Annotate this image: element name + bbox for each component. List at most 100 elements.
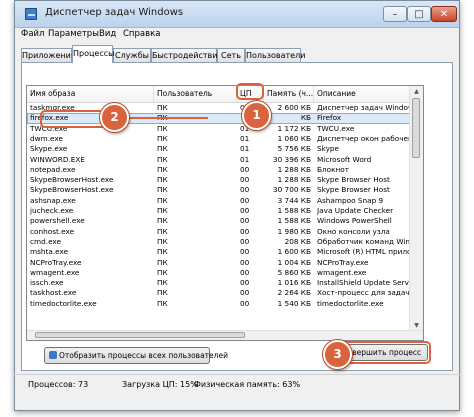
cell-description: InstallShield Update Service Sche [317, 278, 410, 288]
cell-description: Skype Browser Host [317, 175, 390, 185]
cell-memory: 30 396 КБ [272, 154, 311, 164]
status-memory: Физическая память: 63% [194, 380, 301, 389]
menu-view[interactable]: Вид [99, 29, 116, 39]
tab-applications[interactable]: Приложения [21, 48, 76, 62]
horizontal-scroll-thumb[interactable] [35, 332, 245, 338]
cell-cpu: 00 [240, 206, 250, 215]
menu-file[interactable]: Файл [21, 29, 44, 39]
cell-user: ПК [157, 185, 168, 195]
cell-user: ПК [157, 236, 168, 246]
column-user[interactable]: Пользователь [154, 86, 237, 102]
column-memory[interactable]: Память (ч... [264, 86, 314, 102]
tab-network[interactable]: Сеть [217, 48, 245, 62]
table-row[interactable]: timedoctorlite.exe ПК 00 1 540 КБ timedoctor… [27, 299, 410, 309]
table-row[interactable]: Skype.exe ПК 01 5 756 КБ Skype [27, 144, 410, 154]
cell-description: TWCU.exe [317, 123, 355, 133]
status-cpu: Загрузка ЦП: 15% [122, 380, 198, 389]
cell-memory: 1 588 КБ [277, 206, 311, 215]
cell-image-name: jucheck.exe [30, 206, 74, 215]
table-row[interactable]: jucheck.exe ПК 00 1 588 КБ Java Update Check… [27, 206, 410, 216]
cell-description: Windows PowerShell [317, 216, 392, 226]
cell-image-name: dwm.exe [30, 133, 63, 143]
cell-cpu: 00 [240, 226, 250, 236]
tab-services[interactable]: Службы [113, 48, 151, 62]
task-manager-icon [25, 8, 37, 20]
cell-memory: 3 744 КБ [277, 195, 311, 205]
status-bar: Процессов: 73 Загрузка ЦП: 15% Физическа… [14, 374, 460, 410]
table-row[interactable]: cmd.exe ПК 00 208 КБ Обработчик команд Windo… [27, 237, 410, 247]
minimize-button[interactable]: – [383, 6, 407, 22]
cell-user: ПК [157, 267, 168, 277]
cell-user: ПК [157, 298, 168, 308]
cell-cpu: 00 [240, 236, 250, 246]
cell-description: Java Update Checker [317, 206, 394, 215]
menu-options[interactable]: Параметры [48, 29, 99, 39]
status-processes: Процессов: 73 [28, 380, 89, 389]
cell-description: Диспетчер окон рабочего стола [317, 133, 410, 143]
title-bar[interactable]: Диспетчер задач Windows – □ ✕ [15, 1, 459, 28]
horizontal-scrollbar[interactable] [27, 330, 423, 340]
cell-cpu: 00 [240, 267, 250, 277]
cell-cpu: 00 [240, 288, 250, 298]
cell-image-name: Skype.exe [30, 144, 68, 154]
cell-image-name: SkypeBrowserHost.exe [30, 185, 114, 195]
cell-user: ПК [157, 247, 168, 257]
table-row[interactable]: conhost.exe ПК 00 1 980 КБ Окно консоли узла [27, 227, 410, 237]
cell-description: Skype [317, 144, 340, 154]
callout-1: 1 [242, 101, 271, 130]
tab-users[interactable]: Пользователи [245, 48, 305, 62]
table-row[interactable]: SkypeBrowserHost.exe ПК 00 1 288 КБ Skype Br… [27, 175, 410, 185]
tab-processes[interactable]: Процессы [72, 45, 114, 63]
cell-user: ПК [157, 175, 168, 185]
cell-memory: 1 980 КБ [277, 226, 311, 236]
table-row[interactable]: SkypeBrowserHost.exe ПК 00 30 700 КБ Skype B… [27, 185, 410, 195]
cell-user: ПК [157, 206, 168, 215]
table-row[interactable]: wmagent.exe ПК 00 5 860 КБ wmagent.exe [27, 268, 410, 278]
cell-cpu: 01 [240, 144, 250, 154]
scroll-thumb[interactable] [412, 98, 420, 158]
table-row[interactable]: dwm.exe ПК 01 1 060 КБ Диспетчер окон рабоче… [27, 134, 410, 144]
table-row[interactable]: ashsnap.exe ПК 00 3 744 КБ Ashampoo Snap 9 [27, 196, 410, 206]
cell-cpu: 01 [240, 154, 250, 164]
maximize-button[interactable]: □ [407, 6, 431, 22]
cell-user: ПК [157, 216, 168, 226]
table-row[interactable]: NCProTray.exe ПК 00 1 004 КБ NCProTray.exe [27, 258, 410, 268]
cell-memory: 1 004 КБ [277, 257, 311, 267]
scroll-up-icon[interactable]: ▲ [410, 86, 423, 97]
cell-cpu: 00 [240, 195, 250, 205]
cell-memory: 1 540 КБ [277, 298, 311, 308]
cell-memory: КБ [300, 113, 311, 123]
cell-memory: 1 016 КБ [277, 278, 311, 288]
shield-icon [49, 351, 57, 359]
table-row[interactable]: powershell.exe ПК 00 1 588 КБ Windows PowerS… [27, 216, 410, 226]
cell-user: ПК [157, 164, 168, 174]
cell-cpu: 00 [240, 185, 250, 195]
cell-user: ПК [157, 257, 168, 267]
menu-help[interactable]: Справка [123, 29, 160, 39]
window-title: Диспетчер задач Windows [45, 7, 184, 18]
cell-memory: 208 КБ [284, 236, 311, 246]
column-description[interactable]: Описание [314, 86, 412, 102]
close-button[interactable]: ✕ [431, 6, 457, 22]
cell-description: Блокнот [317, 164, 350, 174]
cell-user: ПК [157, 288, 168, 298]
table-row[interactable]: issch.exe ПК 00 1 016 КБ InstallShield Updat… [27, 278, 410, 288]
list-header: Имя образа Пользователь ЦП Память (ч... … [27, 86, 412, 103]
vertical-scrollbar[interactable]: ▲ ▼ [409, 86, 423, 331]
cell-memory: 1 060 КБ [277, 133, 311, 143]
table-row[interactable]: taskhost.exe ПК 00 2 264 КБ Хост-процесс для… [27, 288, 410, 298]
process-rows: taskmgr.exeПК012 600 КБДиспетчер задач W… [27, 103, 410, 331]
cell-cpu: 00 [240, 298, 250, 308]
cell-memory: 1 288 КБ [277, 175, 311, 185]
cell-user: ПК [157, 133, 168, 143]
cell-description: Окно консоли узла [317, 226, 390, 236]
table-row[interactable]: WINWORD.EXE ПК 01 30 396 КБ Microsoft Word [27, 155, 410, 165]
tab-performance[interactable]: Быстродействие [151, 48, 222, 62]
cell-cpu: 00 [240, 247, 250, 257]
table-row[interactable]: mshta.exe ПК 00 1 600 КБ Microsoft (R) HTML … [27, 247, 410, 257]
cell-memory: 1 600 КБ [277, 247, 311, 257]
cell-cpu: 00 [240, 164, 250, 174]
table-row[interactable]: notepad.exe ПК 00 1 288 КБ Блокнот [27, 165, 410, 175]
column-image-name[interactable]: Имя образа [27, 86, 154, 102]
show-all-processes-button[interactable]: Отобразить процессы всех пользователей [44, 347, 228, 364]
